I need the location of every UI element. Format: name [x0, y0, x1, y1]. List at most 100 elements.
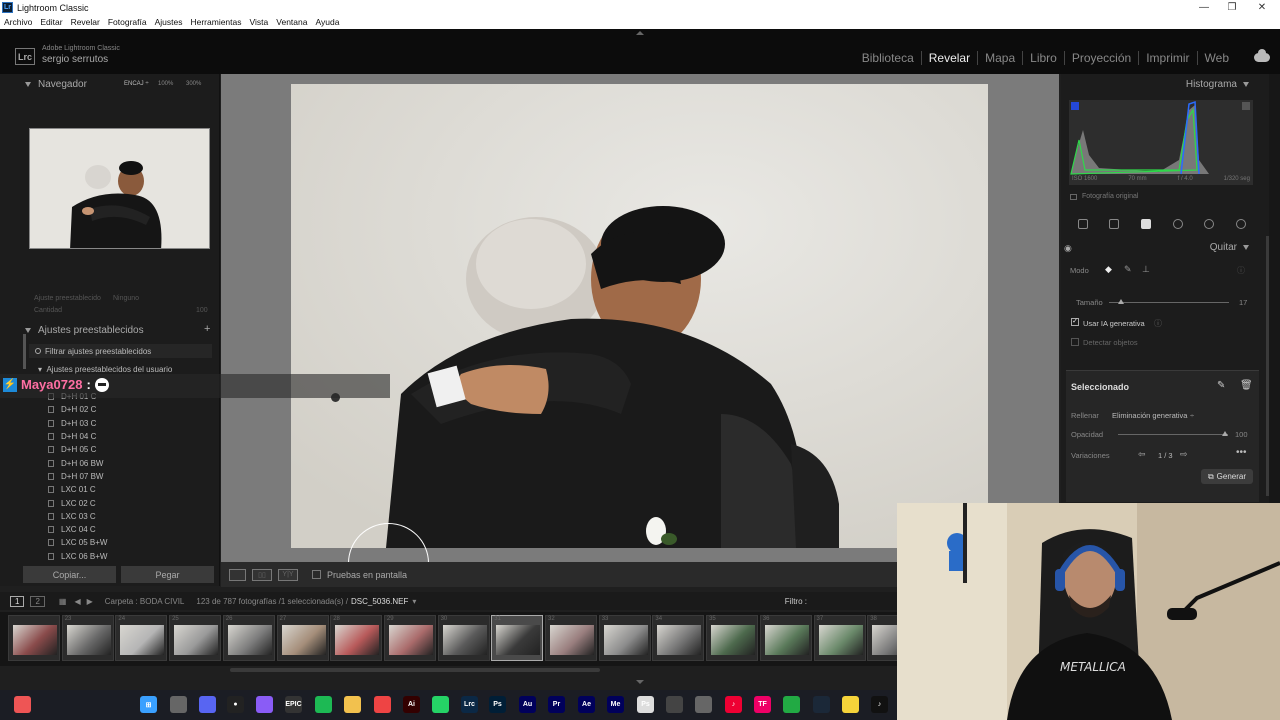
copilot-icon[interactable] [256, 696, 273, 713]
module-web[interactable]: Web [1198, 51, 1236, 65]
module-revelar[interactable]: Revelar [922, 51, 979, 65]
grid-icon[interactable]: ▦ [59, 597, 67, 606]
back-icon[interactable]: ◀ [74, 597, 80, 606]
bottom-panel-toggle-icon[interactable] [636, 680, 644, 684]
filename-dropdown-icon[interactable]: ▾ [412, 597, 416, 606]
preset-item[interactable]: LXC 06 B+W [48, 550, 208, 563]
whatsapp-icon[interactable] [432, 696, 449, 713]
heal-mode-icon[interactable]: ✎ [1124, 264, 1132, 275]
eraser-mode-icon[interactable]: ◆ [1105, 264, 1112, 275]
more-icon[interactable]: ••• [1236, 447, 1247, 458]
app-icon[interactable] [695, 696, 712, 713]
maximize-icon[interactable]: ❐ [1218, 0, 1246, 15]
detect-checkbox[interactable] [1071, 338, 1079, 346]
cloud-icon[interactable] [1254, 49, 1270, 62]
photoshop-icon[interactable]: Ps [489, 696, 506, 713]
view2-button[interactable]: 2 [30, 595, 45, 607]
trash-icon[interactable]: 🗑 [1240, 380, 1253, 391]
module-libro[interactable]: Libro [1023, 51, 1065, 65]
spotify-icon[interactable] [315, 696, 332, 713]
view1-button[interactable]: 1 [10, 595, 25, 607]
copy-button[interactable]: Copiar... [23, 566, 116, 583]
tiktok-studio-icon[interactable]: ♪ [725, 696, 742, 713]
filmstrip-thumb[interactable]: 27 [276, 615, 329, 661]
proof-checkbox[interactable] [312, 570, 321, 579]
menu-herramientas[interactable]: Herramientas [190, 17, 241, 27]
steam-alt-icon[interactable] [666, 696, 683, 713]
obs-icon[interactable]: ● [227, 696, 244, 713]
navigator-header[interactable]: Navegador [25, 76, 87, 92]
crop-icon[interactable] [1109, 219, 1120, 229]
histogram[interactable] [1069, 100, 1253, 185]
reference-view-icon[interactable]: Y|Y [278, 568, 298, 581]
menu-editar[interactable]: Editar [40, 17, 62, 27]
masking-icon[interactable] [1204, 219, 1215, 229]
preset-item[interactable]: LXC 03 C [48, 510, 208, 523]
generate-button[interactable]: ⧉ Generar [1201, 469, 1253, 484]
epic-icon[interactable]: EPIC [285, 696, 302, 713]
edit-icon[interactable] [1077, 219, 1088, 229]
remove-header[interactable]: Quitar [1210, 242, 1249, 253]
add-preset-icon[interactable]: + [204, 323, 210, 335]
filmstrip-scrollbar[interactable] [230, 668, 600, 672]
left-scrollbar[interactable] [23, 334, 26, 369]
filmstrip-thumb[interactable]: 31 [491, 615, 544, 661]
prev-variation-icon[interactable]: ⇦ [1138, 449, 1146, 460]
original-checkbox[interactable] [1070, 193, 1077, 200]
fill-dropdown[interactable]: Eliminación generativa [1112, 411, 1187, 420]
zoom-fit[interactable]: ENCAJ ÷ [124, 81, 149, 87]
filmstrip-thumb[interactable]: 38 [867, 615, 897, 661]
size-slider-knob[interactable] [1118, 299, 1124, 304]
help-icon[interactable]: ⓘ [1237, 265, 1245, 276]
brush-icon[interactable]: ✎ [1217, 380, 1225, 391]
preset-item[interactable]: D+H 02 C [48, 403, 208, 416]
filmstrip-thumb[interactable]: 26 [222, 615, 275, 661]
navigator-preview[interactable] [29, 128, 210, 249]
start-icon[interactable]: ⊞ [140, 696, 157, 713]
filmstrip-thumb[interactable]: 36 [759, 615, 812, 661]
zoom-100[interactable]: 100% [158, 81, 173, 87]
preset-item[interactable]: LXC 02 C [48, 496, 208, 509]
size-slider[interactable] [1109, 302, 1229, 303]
notification-icon[interactable] [14, 696, 31, 713]
forward-icon[interactable]: ▶ [87, 597, 93, 606]
use-ai-checkbox[interactable]: ✓ [1071, 318, 1079, 326]
menu-fotografia[interactable]: Fotografía [108, 17, 147, 27]
psd-icon[interactable]: Ps [637, 696, 654, 713]
right-scrollbar[interactable] [1266, 236, 1269, 496]
steam-icon[interactable] [813, 696, 830, 713]
preset-item[interactable]: D+H 04 C [48, 430, 208, 443]
preset-item[interactable]: D+H 07 BW [48, 470, 208, 483]
eye-icon[interactable]: ◉ [1064, 243, 1072, 254]
files-icon[interactable] [170, 696, 187, 713]
main-photo[interactable] [291, 84, 988, 548]
opacity-slider-knob[interactable] [1222, 431, 1228, 436]
menu-archivo[interactable]: Archivo [4, 17, 32, 27]
aftereffects-icon[interactable]: Ae [578, 696, 595, 713]
preset-item[interactable]: LXC 05 B+W [48, 536, 208, 549]
original-photo-toggle[interactable]: Fotografía original [1070, 193, 1138, 200]
preset-filter-input[interactable]: Filtrar ajustes preestablecidos [29, 344, 212, 358]
preset-item[interactable]: D+H 05 C [48, 443, 208, 456]
premiere-icon[interactable]: Pr [548, 696, 565, 713]
menu-ajustes[interactable]: Ajustes [155, 17, 183, 27]
close-icon[interactable]: ✕ [1248, 0, 1276, 15]
filmstrip-thumb[interactable]: 30 [437, 615, 490, 661]
filmstrip-thumb[interactable] [8, 615, 60, 661]
app2-icon[interactable] [783, 696, 800, 713]
filmstrip-thumb[interactable]: 24 [115, 615, 168, 661]
folder-icon[interactable] [344, 696, 361, 713]
module-biblioteca[interactable]: Biblioteca [855, 51, 922, 65]
chrome-icon[interactable] [374, 696, 391, 713]
module-proyeccion[interactable]: Proyección [1065, 51, 1140, 65]
module-mapa[interactable]: Mapa [978, 51, 1024, 65]
filmstrip-thumb[interactable]: 35 [706, 615, 759, 661]
info-icon[interactable]: ⓘ [1154, 318, 1162, 329]
redeye-icon[interactable] [1172, 219, 1183, 229]
filmstrip-thumb[interactable]: 32 [545, 615, 597, 661]
module-imprimir[interactable]: Imprimir [1139, 51, 1198, 65]
menu-ayuda[interactable]: Ayuda [315, 17, 339, 27]
filmstrip-thumb[interactable]: 37 [813, 615, 866, 661]
menu-revelar[interactable]: Revelar [71, 17, 100, 27]
menu-vista[interactable]: Vista [250, 17, 269, 27]
